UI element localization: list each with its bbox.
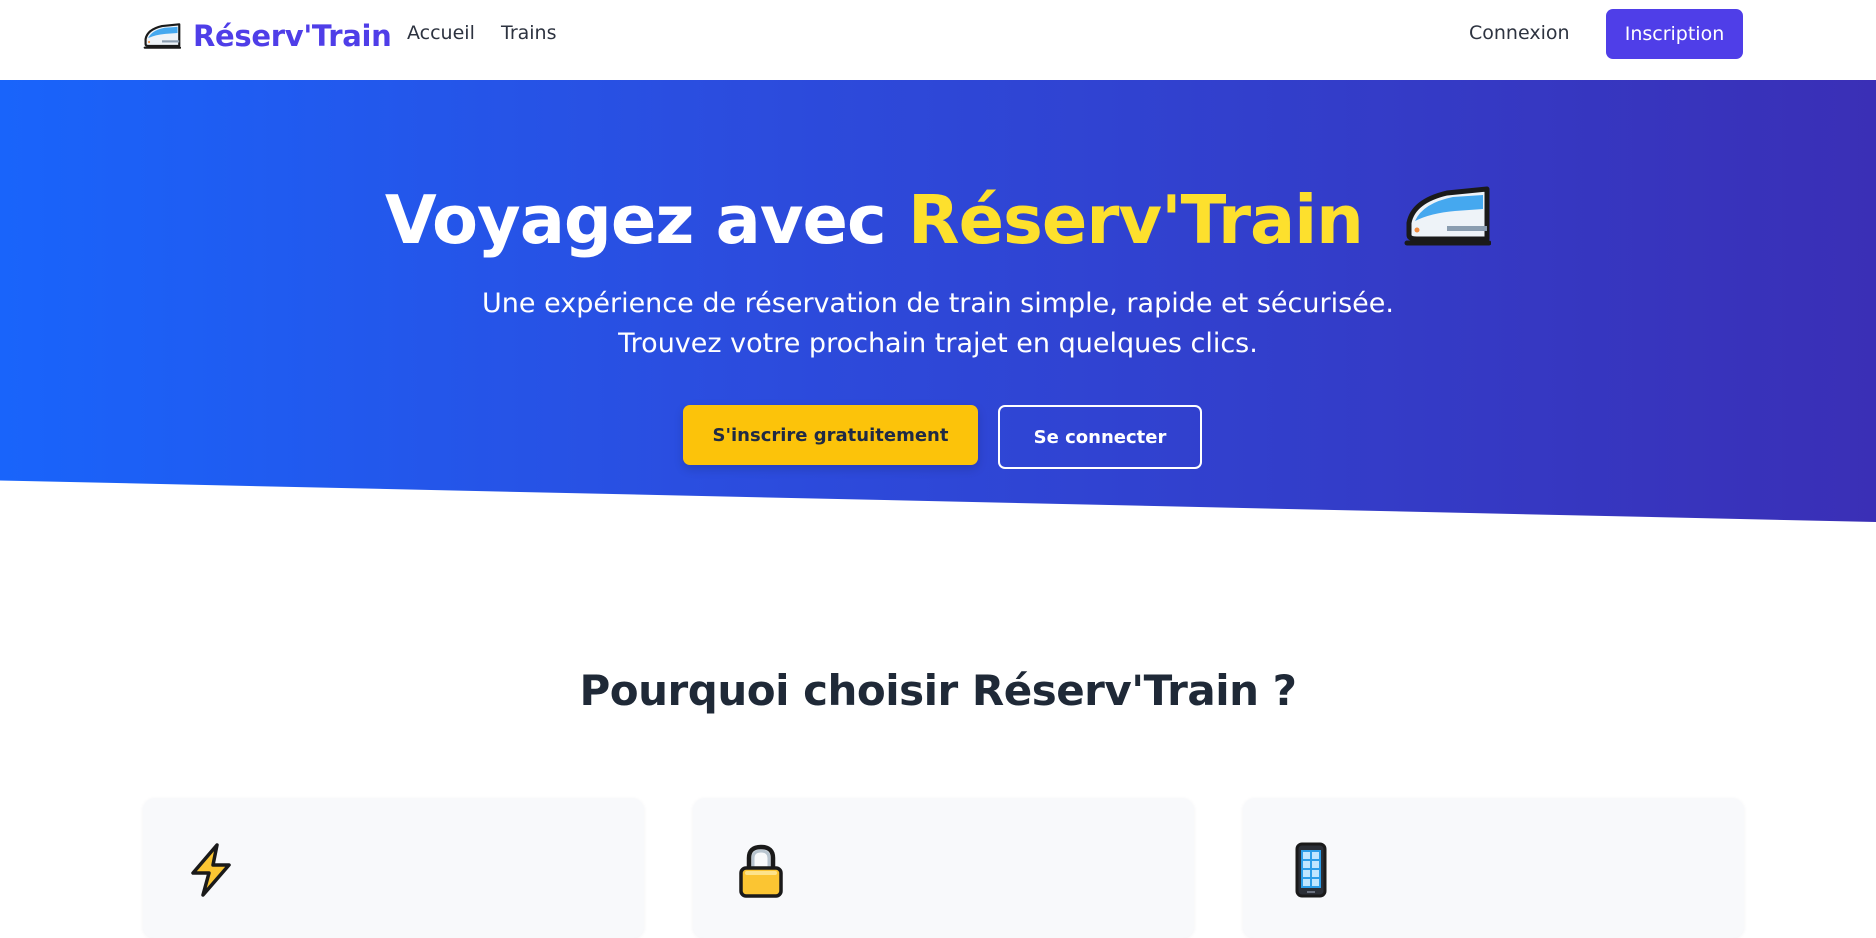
- hero-section: Voyagez avec Réserv'Train Une expérience…: [0, 80, 1876, 522]
- lightning-icon: [191, 843, 231, 897]
- high-speed-train-icon: [1404, 186, 1492, 246]
- hero-subtitle-line-1: Une expérience de réservation de train s…: [482, 288, 1394, 319]
- features-title: Pourquoi choisir Réserv'Train ?: [579, 666, 1298, 715]
- feature-card-speed: [143, 798, 644, 938]
- signup-free-button[interactable]: S'inscrire gratuitement: [683, 405, 978, 465]
- feature-card-security: [693, 798, 1194, 938]
- signup-button[interactable]: Inscription: [1606, 9, 1743, 59]
- padlock-icon: [739, 844, 783, 898]
- hero-subtitle-line-2: Trouvez votre prochain trajet en quelque…: [618, 328, 1258, 359]
- login-link[interactable]: Connexion: [1469, 22, 1570, 44]
- nav-link-trains[interactable]: Trains: [501, 22, 557, 44]
- top-navbar: Réserv'Train Accueil Trains Connexion In…: [0, 0, 1876, 80]
- hero-title-brand: Réserv'Train: [908, 181, 1364, 259]
- high-speed-train-icon: [143, 23, 181, 49]
- hero-title: Voyagez avec Réserv'Train: [0, 178, 1876, 262]
- login-button[interactable]: Se connecter: [998, 405, 1202, 469]
- nav-link-accueil[interactable]: Accueil: [407, 22, 475, 44]
- mobile-phone-icon: [1295, 842, 1327, 898]
- features-section: Pourquoi choisir Réserv'Train ?: [0, 522, 1876, 938]
- feature-card-mobile: [1243, 798, 1744, 938]
- brand-name: Réserv'Train: [193, 19, 392, 53]
- hero-title-prefix: Voyagez avec: [384, 181, 909, 259]
- brand-logo-link[interactable]: Réserv'Train: [143, 14, 392, 58]
